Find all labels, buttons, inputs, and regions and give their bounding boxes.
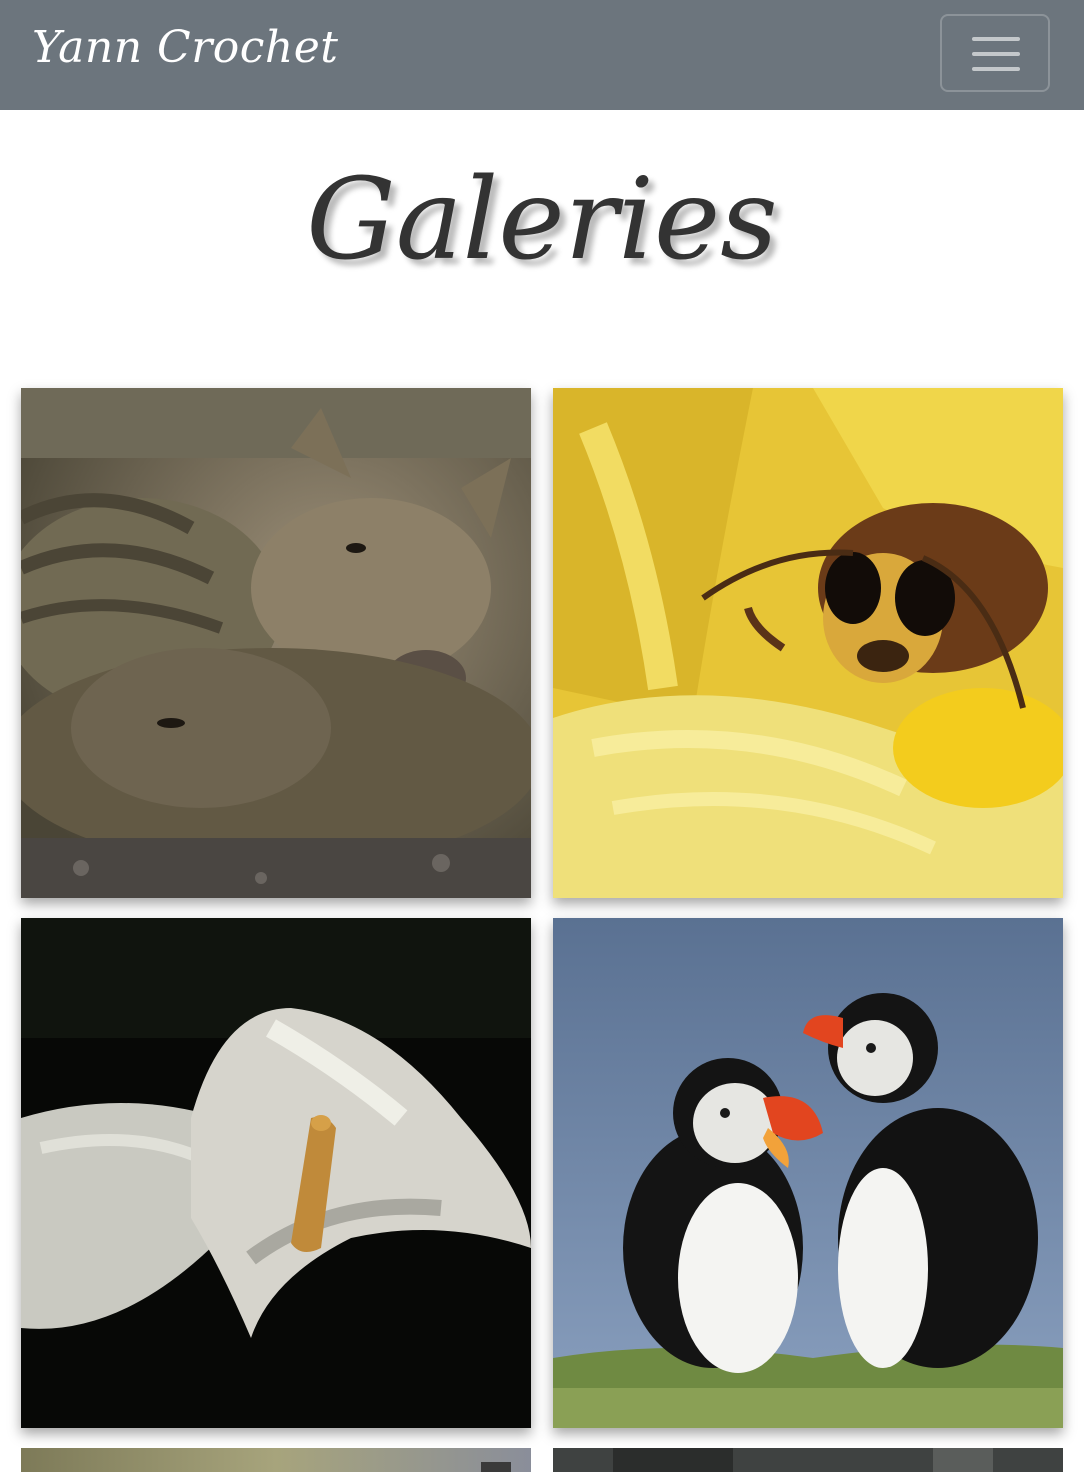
gallery-card-partial-right[interactable] — [553, 1448, 1063, 1472]
hornet-iris-photo — [553, 388, 1063, 898]
gallery-card-boar-piglets[interactable] — [21, 388, 531, 898]
boar-piglets-photo — [21, 388, 531, 898]
calla-lily-photo — [21, 918, 531, 1428]
menu-toggle-button[interactable] — [940, 14, 1050, 92]
gallery-card-calla-lily[interactable] — [21, 918, 531, 1428]
hamburger-icon — [972, 37, 1020, 71]
gallery-card-puffins[interactable] — [553, 918, 1063, 1428]
puffins-photo — [553, 918, 1063, 1428]
brand-link[interactable]: Yann Crochet — [32, 22, 338, 73]
gallery-card-hornet-iris[interactable] — [553, 388, 1063, 898]
partial-photo-right — [553, 1448, 1063, 1472]
navbar: Yann Crochet — [0, 0, 1084, 110]
partial-photo-left — [21, 1448, 531, 1472]
gallery-card-partial-left[interactable] — [21, 1448, 531, 1472]
page-title: Galeries — [306, 155, 778, 285]
